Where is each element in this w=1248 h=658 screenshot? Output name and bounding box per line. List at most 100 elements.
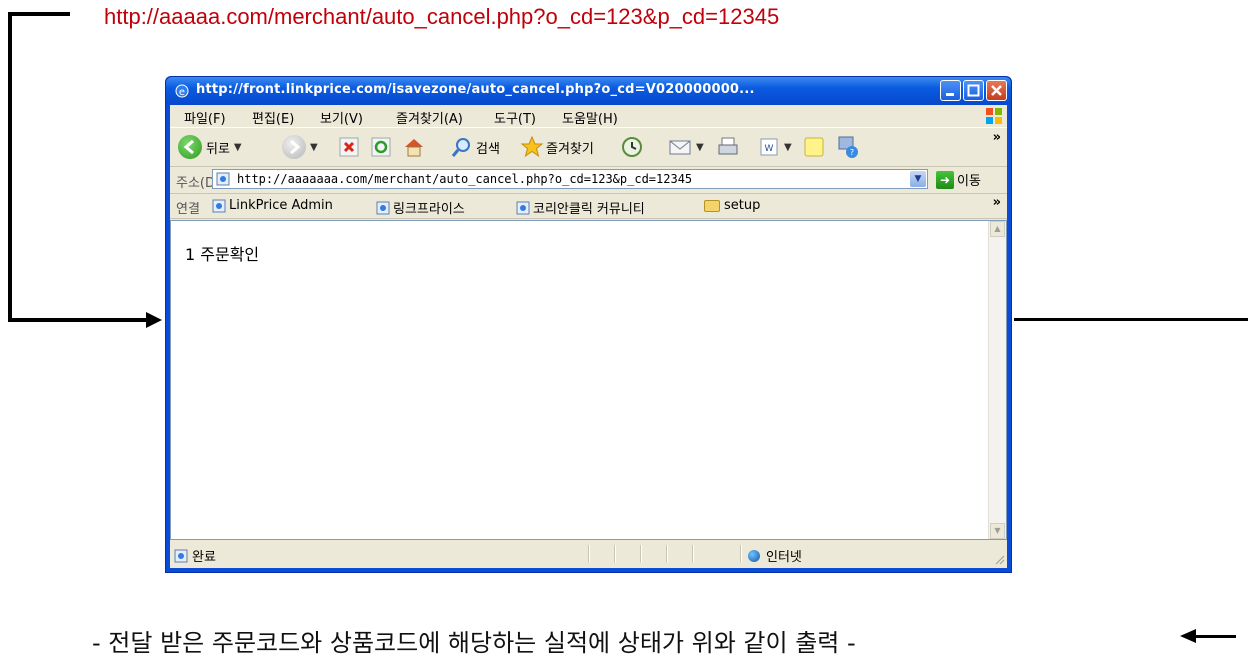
link-setup-folder[interactable]: setup [704, 198, 760, 213]
resize-grip-icon[interactable] [993, 553, 1005, 565]
minimize-icon [946, 93, 954, 96]
address-input[interactable] [237, 171, 897, 187]
search-icon [451, 138, 470, 157]
caption-arrow-line [1196, 635, 1236, 638]
home-button[interactable] [402, 134, 426, 160]
svg-text:?: ? [850, 148, 854, 157]
browser-window: e http://front.linkprice.com/isavezone/a… [165, 76, 1012, 573]
globe-icon [748, 549, 760, 562]
folder-icon [704, 199, 720, 212]
chevron-down-icon: ▼ [233, 141, 242, 153]
link-linkprice-admin[interactable]: LinkPrice Admin [212, 198, 333, 213]
link-label: 코리안클릭 커뮤니티 [533, 202, 645, 217]
link-linkprice[interactable]: 링크프라이스 [376, 198, 465, 217]
address-dropdown-icon[interactable]: ▼ [910, 171, 926, 187]
scroll-up-icon[interactable]: ▲ [990, 221, 1005, 237]
status-divider [588, 545, 590, 563]
home-icon [405, 139, 423, 157]
forward-arrow-icon [282, 135, 306, 159]
ie-page-icon [212, 199, 226, 212]
security-zone: 인터넷 [748, 546, 802, 565]
edit-button[interactable]: W ▼ [758, 134, 792, 160]
menu-view[interactable]: 보기(V) [320, 108, 363, 127]
print-icon [718, 137, 738, 155]
bracket-vertical-line [8, 12, 12, 322]
link-label: 링크프라이스 [393, 202, 465, 217]
window-title: http://front.linkprice.com/isavezone/aut… [196, 82, 755, 97]
search-button[interactable]: 검색 [450, 134, 500, 160]
menu-tools[interactable]: 도구(T) [494, 108, 536, 127]
favorites-button[interactable]: 즐겨찾기 [520, 134, 594, 160]
search-label: 검색 [476, 141, 500, 157]
windows-logo-icon [986, 108, 1002, 124]
zone-text: 인터넷 [766, 550, 802, 565]
close-icon [991, 85, 1002, 96]
links-overflow-icon[interactable]: » [993, 195, 1001, 210]
menu-bar: 파일(F) 편집(E) 보기(V) 즐겨찾기(A) 도구(T) 도움말(H) [170, 105, 1007, 128]
address-box: ▼ [212, 169, 928, 189]
arrow-right-icon [146, 312, 162, 328]
discuss-button[interactable] [802, 134, 826, 160]
refresh-icon [371, 137, 391, 157]
status-divider [666, 545, 668, 563]
bracket-top-line [8, 12, 70, 16]
standard-toolbar: 뒤로 ▼ ▼ 검색 즐겨찾기 ▼ W ▼ ? » [170, 128, 1007, 167]
link-label: LinkPrice Admin [229, 198, 333, 213]
minimize-button[interactable] [940, 80, 961, 101]
menu-favorites[interactable]: 즐겨찾기(A) [396, 108, 463, 127]
links-label: 연결 [176, 202, 200, 217]
vertical-scrollbar[interactable]: ▲ ▼ [988, 221, 1006, 539]
title-bar: e http://front.linkprice.com/isavezone/a… [166, 77, 1011, 105]
menu-edit[interactable]: 편집(E) [252, 108, 294, 127]
back-label: 뒤로 [206, 141, 230, 157]
link-label: setup [724, 198, 761, 213]
chevron-down-icon: ▼ [310, 141, 318, 153]
status-divider [640, 545, 642, 563]
stop-icon [339, 137, 359, 157]
status-divider [614, 545, 616, 563]
status-text: 완료 [192, 550, 216, 565]
svg-text:e: e [179, 87, 185, 98]
back-arrow-icon [178, 135, 202, 159]
scroll-down-icon[interactable]: ▼ [990, 523, 1005, 539]
history-button[interactable] [620, 134, 644, 160]
chevron-down-icon: ▼ [784, 141, 792, 153]
menu-file[interactable]: 파일(F) [184, 108, 226, 127]
status-done: 완료 [174, 546, 216, 565]
status-divider [692, 545, 694, 563]
links-bar: 연결 LinkPrice Admin 링크프라이스 코리안클릭 커뮤니티 set… [170, 194, 1007, 219]
go-label: 이동 [957, 174, 981, 189]
annotation-url: http://aaaaa.com/merchant/auto_cancel.ph… [104, 4, 780, 29]
back-button[interactable]: 뒤로 ▼ [178, 134, 242, 160]
page-content: 1 주문확인 ▲ ▼ [170, 220, 1007, 540]
print-button[interactable] [716, 134, 740, 160]
word-icon: W [760, 138, 778, 156]
ie-icon: e [175, 84, 189, 98]
page-icon [216, 172, 230, 186]
star-icon [520, 135, 544, 158]
close-button[interactable] [986, 80, 1007, 101]
note-icon [804, 137, 824, 157]
browser-body: 파일(F) 편집(E) 보기(V) 즐겨찾기(A) 도구(T) 도움말(H) 뒤… [170, 105, 1007, 568]
status-bar: 완료 인터넷 [170, 541, 1007, 567]
menu-help[interactable]: 도움말(H) [562, 108, 618, 127]
mail-button[interactable]: ▼ [668, 134, 704, 160]
ie-page-icon [516, 201, 530, 214]
forward-button[interactable]: ▼ [282, 134, 318, 160]
go-button[interactable]: ➜ 이동 [936, 170, 981, 189]
order-status-text: 1 주문확인 [185, 245, 260, 264]
bracket-bottom-line [8, 318, 148, 322]
mail-icon [669, 140, 691, 155]
maximize-button[interactable] [963, 80, 984, 101]
caption-text: - 전달 받은 주문코드와 상품코드에 해당하는 실적에 상태가 위와 같이 출… [92, 629, 856, 657]
toolbar-overflow-icon[interactable]: » [993, 130, 1001, 145]
messenger-button[interactable]: ? [836, 134, 862, 160]
status-divider [740, 545, 742, 563]
arrow-left-icon [1180, 629, 1196, 643]
stop-button[interactable] [338, 134, 360, 160]
svg-text:W: W [765, 144, 774, 154]
link-koreanclick[interactable]: 코리안클릭 커뮤니티 [516, 198, 645, 217]
refresh-button[interactable] [370, 134, 392, 160]
go-arrow-icon: ➜ [936, 170, 954, 189]
address-bar: 주소(D) ▼ ➜ 이동 [170, 167, 1007, 194]
